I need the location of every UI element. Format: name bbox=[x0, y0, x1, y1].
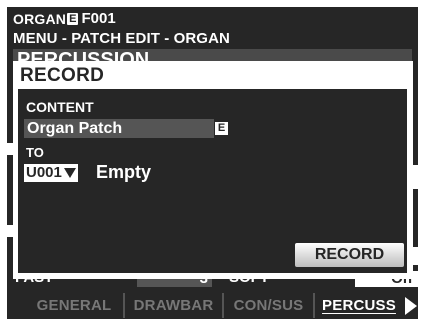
destination-name: Empty bbox=[96, 162, 152, 182]
tab-general[interactable]: GENERAL bbox=[25, 293, 125, 318]
destination-select[interactable]: U001 bbox=[24, 164, 78, 182]
breadcrumb: MENU - PATCH EDIT - ORGAN bbox=[13, 30, 230, 47]
mode-badge: E bbox=[67, 12, 79, 25]
record-dialog: RECORD CONTENT Organ Patch E TO U001 Emp… bbox=[13, 61, 413, 279]
content-badge: E bbox=[215, 122, 228, 135]
dropdown-triangle-icon bbox=[63, 168, 76, 178]
content-field[interactable]: Organ Patch bbox=[24, 119, 214, 138]
patch-number: F001 bbox=[81, 10, 116, 27]
dialog-body: CONTENT Organ Patch E TO U001 Empty RECO… bbox=[18, 89, 407, 273]
background-param-fragment bbox=[413, 165, 418, 189]
tab-drawbar[interactable]: DRAWBAR bbox=[125, 293, 224, 318]
destination-number: U001 bbox=[26, 164, 62, 181]
tab-next-arrow-icon[interactable] bbox=[405, 297, 417, 315]
content-label: CONTENT bbox=[26, 99, 94, 115]
mode-label: ORGAN bbox=[13, 10, 67, 27]
to-label: TO bbox=[26, 145, 44, 160]
tab-percuss[interactable]: PERCUSS bbox=[315, 293, 403, 318]
status-header: ORGAN E F001 bbox=[13, 10, 116, 27]
lcd-screen: ORGAN E F001 MENU - PATCH EDIT - ORGAN P… bbox=[7, 7, 418, 319]
tab-bar: GENERAL DRAWBAR CON/SUS PERCUSS bbox=[7, 290, 418, 319]
dialog-title: RECORD bbox=[20, 65, 105, 86]
background-param-fragment bbox=[413, 247, 418, 265]
record-button[interactable]: RECORD bbox=[295, 243, 404, 267]
tab-con-sus[interactable]: CON/SUS bbox=[224, 293, 315, 318]
